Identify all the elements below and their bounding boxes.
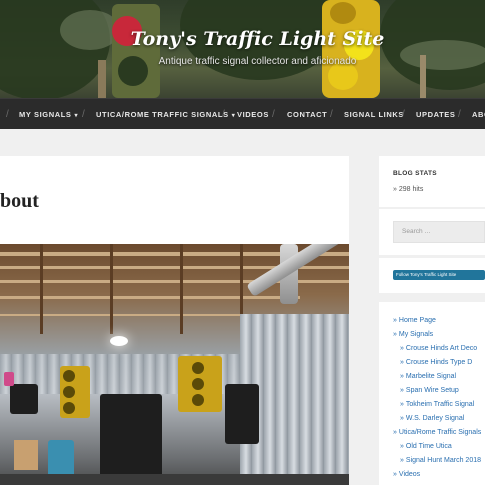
bullet-icon: » — [393, 429, 397, 436]
nav-item-about[interactable]: ABO — [472, 99, 485, 129]
nav-separator: / — [82, 109, 85, 120]
bullet-icon: » — [393, 317, 397, 324]
sidebar-item-crouse-hinds-art-deco[interactable]: » Crouse Hinds Art Deco — [393, 342, 485, 356]
sidebar-item-label: Marbelite Signal — [405, 373, 457, 380]
sidebar-item-label: Crouse Hinds Type D — [405, 359, 473, 366]
sidebar-item-ws-darley-signal[interactable]: » W.S. Darley Signal — [393, 412, 485, 426]
sidebar-menu-list: » Home Page » My Signals » Crouse Hinds Art… — [393, 314, 485, 482]
bullet-icon: » — [400, 345, 404, 352]
chevron-down-icon: ▾ — [231, 113, 236, 119]
sidebar-item-label: W.S. Darley Signal — [405, 415, 465, 422]
sidebar-item-label: Span Wire Setup — [405, 387, 459, 394]
page-title: bout — [0, 190, 39, 212]
sidebar-item-videos[interactable]: » Videos — [393, 468, 485, 482]
bullet-icon: » — [393, 186, 397, 193]
nav-label: MY SIGNALS — [19, 110, 72, 119]
search-widget: Search … — [379, 209, 485, 255]
nav-separator: / — [330, 109, 333, 120]
sidebar-item-tokheim-traffic-signal[interactable]: » Tokheim Traffic Signal — [393, 398, 485, 412]
sidebar-item-label: Signal Hunt March 2018 — [405, 457, 482, 464]
sidebar-item-label: My Signals — [398, 331, 434, 338]
nav-separator: / — [222, 109, 225, 120]
follow-widget: Follow Tony's Traffic Light Site — [379, 258, 485, 293]
sidebar-item-home-page[interactable]: » Home Page — [393, 314, 485, 328]
sidebar-item-label: Crouse Hinds Art Deco — [405, 345, 478, 352]
bullet-icon: » — [400, 359, 404, 366]
main-content-card: bout — [0, 156, 349, 485]
bullet-icon: » — [400, 401, 404, 408]
sidebar-item-label: Home Page — [398, 317, 436, 324]
bullet-icon: » — [400, 373, 404, 380]
nav-item-utica-rome[interactable]: UTICA/ROME TRAFFIC SIGNALS ▾ — [96, 99, 235, 129]
sidebar-item-old-time-utica[interactable]: » Old Time Utica — [393, 440, 485, 454]
nav-separator: / — [458, 109, 461, 120]
site-tagline: Antique traffic signal collector and afi… — [158, 56, 357, 67]
follow-button[interactable]: Follow Tony's Traffic Light Site — [393, 270, 485, 280]
sidebar-item-signal-hunt-march-2018[interactable]: » Signal Hunt March 2018 — [393, 454, 485, 468]
nav-separator: / — [272, 109, 275, 120]
nav-item-videos[interactable]: VIDEOS — [237, 99, 269, 129]
sidebar-item-my-signals[interactable]: » My Signals — [393, 328, 485, 342]
bullet-icon: » — [400, 457, 404, 464]
sidebar-item-marbelite-signal[interactable]: » Marbelite Signal — [393, 370, 485, 384]
nav-separator: / — [6, 109, 9, 120]
bullet-icon: » — [393, 471, 397, 478]
sidebar-item-label: Old Time Utica — [405, 443, 452, 450]
nav-item-updates[interactable]: UPDATES — [416, 99, 455, 129]
sidebar-item-label: Videos — [398, 471, 421, 478]
blog-stats-title: BLOG STATS — [393, 170, 437, 177]
hits-label: 298 hits — [398, 186, 424, 193]
nav-item-my-signals[interactable]: MY SIGNALS ▾ — [19, 99, 78, 129]
bullet-icon: » — [400, 443, 404, 450]
search-input[interactable]: Search … — [393, 221, 485, 243]
site-menu-widget: » Home Page » My Signals » Crouse Hinds Art… — [379, 302, 485, 485]
basement-collection-photo — [0, 244, 349, 485]
site-title[interactable]: Tony's Traffic Light Site — [0, 28, 485, 50]
sidebar-item-span-wire-setup[interactable]: » Span Wire Setup — [393, 384, 485, 398]
chevron-down-icon: ▾ — [74, 113, 79, 119]
nav-separator: / — [402, 109, 405, 120]
sidebar-item-crouse-hinds-type-d[interactable]: » Crouse Hinds Type D — [393, 356, 485, 370]
traffic-light-left-image — [108, 4, 164, 98]
sidebar-item-utica-rome-traffic-signals[interactable]: » Utica/Rome Traffic Signals — [393, 426, 485, 440]
main-navigation: / MY SIGNALS ▾ / UTICA/ROME TRAFFIC SIGNA… — [0, 98, 485, 129]
bullet-icon: » — [393, 331, 397, 338]
bullet-icon: » — [400, 387, 404, 394]
bullet-icon: » — [400, 415, 404, 422]
site-header: Tony's Traffic Light Site Antique traffi… — [0, 0, 485, 98]
nav-item-contact[interactable]: CONTACT — [287, 99, 327, 129]
nav-label: UTICA/ROME TRAFFIC SIGNALS — [96, 110, 229, 119]
nav-item-signal-links[interactable]: SIGNAL LINKS — [344, 99, 404, 129]
blog-stats-widget: BLOG STATS » 298 hits — [379, 156, 485, 207]
sidebar-item-label: Tokheim Traffic Signal — [405, 401, 475, 408]
sidebar-item-label: Utica/Rome Traffic Signals — [398, 429, 482, 436]
hits-counter: » 298 hits — [393, 186, 423, 193]
